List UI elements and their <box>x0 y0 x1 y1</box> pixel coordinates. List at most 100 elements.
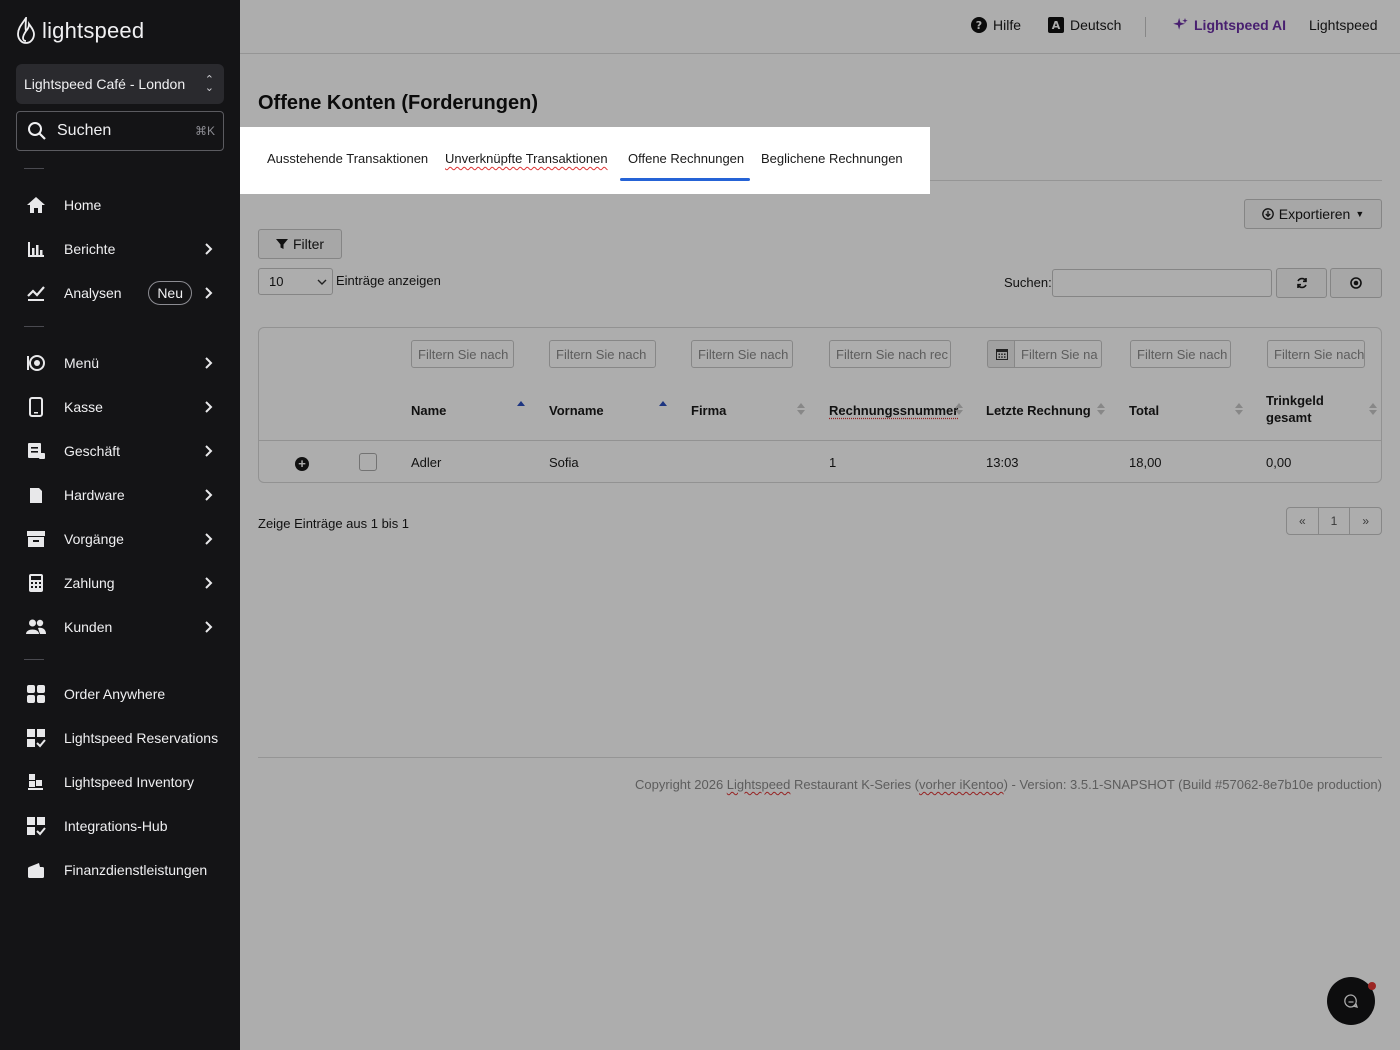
filter-label: Filter <box>292 236 325 252</box>
lightspeed-ai-button[interactable]: Lightspeed AI <box>1172 17 1286 33</box>
filter-rechnungsnummer-input[interactable]: Filtern Sie nach rec <box>829 340 951 368</box>
calendar-icon[interactable] <box>987 340 1015 368</box>
language-label: Deutsch <box>1070 17 1122 33</box>
grid-check-icon <box>26 728 46 748</box>
sidebar-divider <box>24 326 44 327</box>
filter-total-input[interactable]: Filtern Sie nach <box>1130 340 1231 368</box>
tab-ausstehende-transaktionen[interactable]: Ausstehende Transaktionen <box>267 151 428 166</box>
tab-offene-rechnungen[interactable]: Offene Rechnungen <box>628 151 744 166</box>
lightspeed-link[interactable]: Lightspeed <box>727 777 791 792</box>
caret-down-icon: ▼ <box>1355 209 1365 219</box>
copyright-version: ) - Version: 3.5.1-SNAPSHOT (Build #5706… <box>1003 777 1382 792</box>
ikentoo-link[interactable]: vorher iKentoo <box>919 777 1004 792</box>
sidebar-item-integrations[interactable]: Integrations-Hub <box>0 804 240 848</box>
pagination-next[interactable]: » <box>1350 508 1381 534</box>
sidebar-item-menu[interactable]: Menü <box>0 341 240 385</box>
account-menu[interactable]: Lightspeed <box>1309 17 1378 33</box>
location-selector[interactable]: Lightspeed Café - London ⌃ ⌄ <box>16 64 224 104</box>
table-search-input[interactable] <box>1052 269 1272 297</box>
sidebar-item-label: Order Anywhere <box>64 686 166 702</box>
header-divider <box>259 440 1381 441</box>
lightspeed-logo[interactable]: lightspeed <box>16 16 144 46</box>
sidebar-item-label: Lightspeed Inventory <box>64 774 194 790</box>
filter-letzte-rechnung-input[interactable]: Filtern Sie na <box>1014 340 1102 368</box>
sidebar-item-label: Lightspeed Reservations <box>64 730 219 746</box>
ai-label: Lightspeed AI <box>1194 17 1287 33</box>
cell-letzte-rechnung: 13:03 <box>986 455 1019 470</box>
sort-icon <box>1097 403 1105 415</box>
sidebar-item-label: Home <box>64 197 102 213</box>
chevron-right-icon <box>202 487 214 503</box>
copyright-text: Restaurant K-Series ( <box>790 777 920 792</box>
flame-logo-icon <box>17 17 35 44</box>
search-icon <box>28 122 46 140</box>
grid-app-icon <box>26 684 46 704</box>
column-header-trinkgeld[interactable]: Trinkgeld gesamt <box>1266 392 1324 426</box>
logo-text: lightspeed <box>42 18 145 43</box>
help-link[interactable]: ? Hilfe <box>971 17 1021 33</box>
reset-button[interactable] <box>1330 268 1382 298</box>
sidebar-item-berichte[interactable]: Berichte <box>0 227 240 271</box>
topbar: ? Hilfe A Deutsch Lightspeed AI Lightspe… <box>240 0 1400 54</box>
refresh-button[interactable] <box>1276 268 1327 298</box>
sort-icon <box>1369 403 1377 415</box>
sidebar-item-inventory[interactable]: Lightspeed Inventory <box>0 760 240 804</box>
page-size-select[interactable]: 10 <box>258 268 333 295</box>
filter-trinkgeld-input[interactable]: Filtern Sie nach <box>1267 340 1365 368</box>
bar-chart-icon <box>26 239 46 259</box>
sidebar-item-kunden[interactable]: Kunden <box>0 605 240 649</box>
filter-button[interactable]: Filter <box>258 229 342 259</box>
column-header-rechnungsnummer[interactable]: Rechnungssnummer <box>829 402 958 419</box>
column-header-name[interactable]: Name <box>411 402 446 419</box>
sidebar-search[interactable]: Suchen ⌘K <box>16 111 224 151</box>
help-icon: ? <box>971 17 987 33</box>
language-selector[interactable]: A Deutsch <box>1048 17 1121 33</box>
export-button[interactable]: Exportieren ▼ <box>1244 199 1382 229</box>
main-content: ? Hilfe A Deutsch Lightspeed AI Lightspe… <box>240 0 1400 1050</box>
filter-vorname-input[interactable]: Filtern Sie nach <box>549 340 656 368</box>
sidebar-item-geschaeft[interactable]: Geschäft <box>0 429 240 473</box>
sidebar-item-hardware[interactable]: Hardware <box>0 473 240 517</box>
search-shortcut: ⌘K <box>194 124 215 138</box>
pagination: « 1 » <box>1286 507 1382 535</box>
sort-icon <box>797 403 805 415</box>
tab-unverknuepfte-transaktionen[interactable]: Unverknüpfte Transaktionen <box>445 151 608 166</box>
sidebar-item-analysen[interactable]: Analysen Neu <box>0 271 240 315</box>
page-title: Offene Konten (Forderungen) <box>258 92 538 114</box>
export-label: Exportieren <box>1278 206 1351 222</box>
column-header-letzte-rechnung[interactable]: Letzte Rechnung <box>986 402 1091 419</box>
row-checkbox[interactable] <box>359 453 377 471</box>
chevron-right-icon <box>202 531 214 547</box>
filter-name-input[interactable]: Filtern Sie nach <box>411 340 514 368</box>
filter-firma-input[interactable]: Filtern Sie nach <box>691 340 793 368</box>
help-label: Hilfe <box>993 17 1022 33</box>
tab-beglichene-rechnungen[interactable]: Beglichene Rechnungen <box>761 151 903 166</box>
column-header-firma[interactable]: Firma <box>691 402 726 419</box>
chat-icon <box>1344 994 1359 1008</box>
chevron-down-icon <box>317 279 327 285</box>
sidebar-item-finanzdienstleistungen[interactable]: Finanzdienstleistungen <box>0 848 240 892</box>
svg-text:?: ? <box>976 19 982 32</box>
sidebar-item-label: Analysen <box>64 285 122 301</box>
sidebar-item-label: Integrations-Hub <box>64 818 168 834</box>
notification-dot <box>1368 982 1376 990</box>
svg-text:A: A <box>1052 19 1061 32</box>
download-circle-icon <box>1261 208 1274 220</box>
column-header-total[interactable]: Total <box>1129 402 1159 419</box>
sidebar-item-reservations[interactable]: Lightspeed Reservations <box>0 716 240 760</box>
column-header-vorname[interactable]: Vorname <box>549 402 604 419</box>
sidebar-item-vorgaenge[interactable]: Vorgänge <box>0 517 240 561</box>
sidebar-item-kasse[interactable]: Kasse <box>0 385 240 429</box>
expand-row-icon[interactable]: + <box>295 457 309 471</box>
chevron-right-icon <box>202 619 214 635</box>
sort-icon <box>1235 403 1243 415</box>
pagination-page[interactable]: 1 <box>1319 508 1351 534</box>
page-size-value: 10 <box>269 274 284 289</box>
pagination-prev[interactable]: « <box>1287 508 1319 534</box>
table-info: Zeige Einträge aus 1 bis 1 <box>258 516 410 531</box>
sidebar-item-zahlung[interactable]: Zahlung <box>0 561 240 605</box>
page-size-label: Einträge anzeigen <box>336 273 441 288</box>
sidebar-item-order-anywhere[interactable]: Order Anywhere <box>0 672 240 716</box>
cell-vorname: Sofia <box>549 455 579 470</box>
sidebar-item-home[interactable]: Home <box>0 183 240 227</box>
